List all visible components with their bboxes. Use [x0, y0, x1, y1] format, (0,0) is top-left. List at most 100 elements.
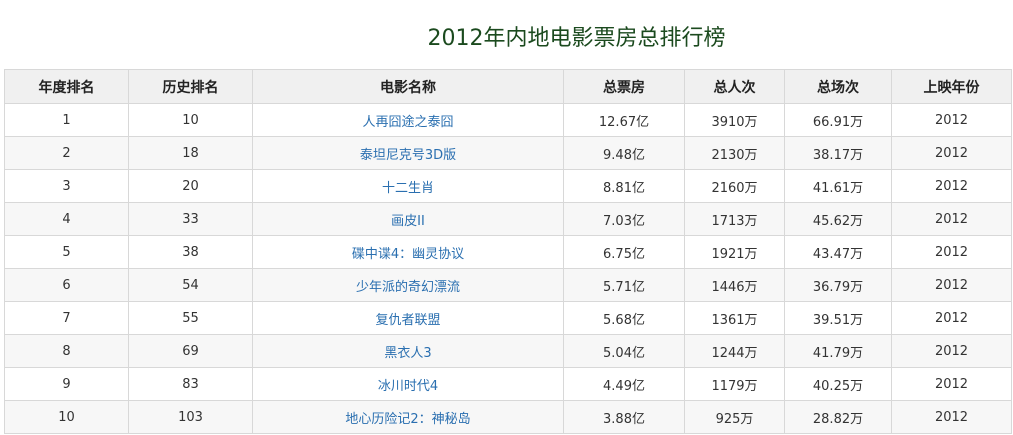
- screenings-cell: 40.25万: [784, 367, 892, 401]
- history-rank-cell: 83: [128, 367, 253, 401]
- movie-name-cell: 地心历险记2：神秘岛: [252, 400, 564, 434]
- table-row: 2 18 泰坦尼克号3D版 9.48亿 2130万 38.17万 2012: [4, 136, 1012, 170]
- table-row: 4 33 画皮II 7.03亿 1713万 45.62万 2012: [4, 202, 1012, 236]
- table-row: 7 55 复仇者联盟 5.68亿 1361万 39.51万 2012: [4, 301, 1012, 335]
- year-rank-cell: 1: [4, 103, 129, 137]
- total-gross-cell: 5.04亿: [563, 334, 685, 368]
- total-gross-cell: 4.49亿: [563, 367, 685, 401]
- table-body: 1 10 人再囧途之泰囧 12.67亿 3910万 66.91万 2012 2 18 泰坦尼克号3…: [4, 103, 1012, 434]
- table-row: 1 10 人再囧途之泰囧 12.67亿 3910万 66.91万 2012: [4, 103, 1012, 137]
- movie-title-link[interactable]: 冰川时代4: [378, 379, 438, 394]
- page-title: 2012年内地电影票房总排行榜: [427, 26, 726, 51]
- column-header-movie-name: 电影名称: [252, 69, 564, 104]
- column-header-total-gross: 总票房: [563, 69, 685, 104]
- column-header-admissions: 总人次: [684, 69, 785, 104]
- movie-title-link[interactable]: 人再囧途之泰囧: [362, 115, 453, 130]
- movie-title-link[interactable]: 复仇者联盟: [375, 313, 440, 328]
- movie-title-link[interactable]: 黑衣人3: [384, 346, 431, 361]
- column-header-screenings: 总场次: [784, 69, 892, 104]
- year-rank-cell: 9: [4, 367, 129, 401]
- history-rank-cell: 69: [128, 334, 253, 368]
- column-header-year-rank: 年度排名: [4, 69, 129, 104]
- movie-title-link[interactable]: 地心历险记2：神秘岛: [345, 412, 470, 427]
- screenings-cell: 28.82万: [784, 400, 892, 434]
- movie-name-cell: 人再囧途之泰囧: [252, 103, 564, 137]
- total-gross-cell: 5.68亿: [563, 301, 685, 335]
- total-gross-cell: 6.75亿: [563, 235, 685, 269]
- table-row: 10 103 地心历险记2：神秘岛 3.88亿 925万 28.82万 2012: [4, 400, 1012, 434]
- table-row: 9 83 冰川时代4 4.49亿 1179万 40.25万 2012: [4, 367, 1012, 401]
- total-gross-cell: 3.88亿: [563, 400, 685, 434]
- total-gross-cell: 7.03亿: [563, 202, 685, 236]
- movie-name-cell: 十二生肖: [252, 169, 564, 203]
- movie-name-cell: 泰坦尼克号3D版: [252, 136, 564, 170]
- release-year-cell: 2012: [891, 136, 1012, 170]
- history-rank-cell: 38: [128, 235, 253, 269]
- release-year-cell: 2012: [891, 400, 1012, 434]
- year-rank-cell: 6: [4, 268, 129, 302]
- year-rank-cell: 4: [4, 202, 129, 236]
- history-rank-cell: 20: [128, 169, 253, 203]
- admissions-cell: 2160万: [684, 169, 785, 203]
- release-year-cell: 2012: [891, 334, 1012, 368]
- movie-title-link[interactable]: 少年派的奇幻漂流: [356, 280, 460, 295]
- release-year-cell: 2012: [891, 202, 1012, 236]
- box-office-table-container: 年度排名 历史排名 电影名称 总票房 总人次 总场次 上映年份 1 10 人再囧途之…: [4, 69, 1012, 434]
- movie-name-cell: 冰川时代4: [252, 367, 564, 401]
- box-office-table: 年度排名 历史排名 电影名称 总票房 总人次 总场次 上映年份 1 10 人再囧途之…: [4, 69, 1012, 434]
- history-rank-cell: 10: [128, 103, 253, 137]
- admissions-cell: 1361万: [684, 301, 785, 335]
- admissions-cell: 3910万: [684, 103, 785, 137]
- year-rank-cell: 10: [4, 400, 129, 434]
- year-rank-cell: 2: [4, 136, 129, 170]
- admissions-cell: 1921万: [684, 235, 785, 269]
- screenings-cell: 39.51万: [784, 301, 892, 335]
- movie-name-cell: 复仇者联盟: [252, 301, 564, 335]
- admissions-cell: 925万: [684, 400, 785, 434]
- table-row: 3 20 十二生肖 8.81亿 2160万 41.61万 2012: [4, 169, 1012, 203]
- total-gross-cell: 9.48亿: [563, 136, 685, 170]
- year-rank-cell: 8: [4, 334, 129, 368]
- admissions-cell: 1179万: [684, 367, 785, 401]
- movie-name-cell: 画皮II: [252, 202, 564, 236]
- screenings-cell: 41.79万: [784, 334, 892, 368]
- table-row: 6 54 少年派的奇幻漂流 5.71亿 1446万 36.79万 2012: [4, 268, 1012, 302]
- table-row: 8 69 黑衣人3 5.04亿 1244万 41.79万 2012: [4, 334, 1012, 368]
- total-gross-cell: 8.81亿: [563, 169, 685, 203]
- screenings-cell: 41.61万: [784, 169, 892, 203]
- screenings-cell: 66.91万: [784, 103, 892, 137]
- release-year-cell: 2012: [891, 301, 1012, 335]
- movie-title-link[interactable]: 十二生肖: [382, 181, 434, 196]
- release-year-cell: 2012: [891, 268, 1012, 302]
- release-year-cell: 2012: [891, 367, 1012, 401]
- table-header-row: 年度排名 历史排名 电影名称 总票房 总人次 总场次 上映年份: [4, 69, 1012, 104]
- movie-title-link[interactable]: 泰坦尼克号3D版: [360, 148, 456, 163]
- movie-title-link[interactable]: 碟中谍4：幽灵协议: [352, 247, 464, 262]
- admissions-cell: 1446万: [684, 268, 785, 302]
- history-rank-cell: 33: [128, 202, 253, 236]
- total-gross-cell: 12.67亿: [563, 103, 685, 137]
- admissions-cell: 1713万: [684, 202, 785, 236]
- year-rank-cell: 5: [4, 235, 129, 269]
- screenings-cell: 45.62万: [784, 202, 892, 236]
- admissions-cell: 1244万: [684, 334, 785, 368]
- screenings-cell: 38.17万: [784, 136, 892, 170]
- movie-name-cell: 碟中谍4：幽灵协议: [252, 235, 564, 269]
- admissions-cell: 2130万: [684, 136, 785, 170]
- release-year-cell: 2012: [891, 169, 1012, 203]
- screenings-cell: 36.79万: [784, 268, 892, 302]
- total-gross-cell: 5.71亿: [563, 268, 685, 302]
- table-row: 5 38 碟中谍4：幽灵协议 6.75亿 1921万 43.47万 2012: [4, 235, 1012, 269]
- history-rank-cell: 55: [128, 301, 253, 335]
- movie-name-cell: 黑衣人3: [252, 334, 564, 368]
- year-rank-cell: 7: [4, 301, 129, 335]
- history-rank-cell: 54: [128, 268, 253, 302]
- screenings-cell: 43.47万: [784, 235, 892, 269]
- column-header-release-year: 上映年份: [891, 69, 1012, 104]
- history-rank-cell: 103: [128, 400, 253, 434]
- movie-name-cell: 少年派的奇幻漂流: [252, 268, 564, 302]
- movie-title-link[interactable]: 画皮II: [391, 214, 425, 229]
- column-header-history-rank: 历史排名: [128, 69, 253, 104]
- release-year-cell: 2012: [891, 103, 1012, 137]
- history-rank-cell: 18: [128, 136, 253, 170]
